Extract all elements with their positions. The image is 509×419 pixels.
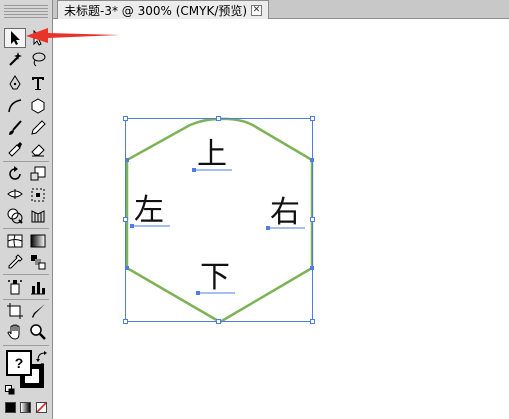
lasso-tool[interactable] [27,49,49,69]
magic-wand-icon [9,52,22,66]
scale-icon [30,166,46,181]
type-tool[interactable] [27,73,49,93]
pencil-icon [31,120,46,135]
shape-builder-icon [7,208,23,224]
text-label-bottom[interactable]: 下 [200,263,230,293]
resize-handle-bottom-right[interactable] [310,319,315,324]
toolbox-divider [3,161,49,162]
gradient-mode-icon[interactable] [20,402,31,413]
slice-knife-icon [32,304,45,318]
fill-unknown-label: ? [14,355,24,371]
resize-handle-top[interactable] [216,116,221,121]
shape-builder-tool[interactable] [4,206,26,226]
rotate-tool[interactable] [4,164,26,184]
magic-wand-tool[interactable] [4,49,26,69]
text-label-left[interactable]: 左 [134,196,164,226]
tools-panel: ? ? [0,0,53,419]
symbol-sprayer-icon [8,280,22,295]
red-arrow-annotation [26,28,120,43]
document-tab-title: 未标题-3* @ 300% (CMYK/预览) [64,3,248,18]
color-mode-icon[interactable] [5,402,16,413]
document-tab-bar: 未标题-3* @ 300% (CMYK/预览) ✕ [53,0,509,19]
zoom-tool[interactable] [27,322,49,342]
toolbox-divider [3,345,49,346]
hand-tool[interactable] [4,322,26,342]
free-transform-tool[interactable] [27,185,49,205]
perspective-grid-tool[interactable] [27,206,49,226]
pencil-tool[interactable] [27,118,49,138]
close-icon[interactable]: ✕ [251,4,263,16]
artboard-icon [7,303,23,319]
free-transform-icon [31,188,45,202]
arc-line-icon [8,99,22,113]
text-label-right[interactable]: 右 [270,198,300,228]
hand-icon [7,324,20,340]
magnifier-icon [30,324,46,340]
paintbrush-tool[interactable] [4,118,26,138]
polygon-icon [31,98,45,114]
width-icon [7,189,23,199]
lasso-icon [32,52,46,67]
none-mode-icon[interactable] [36,402,47,413]
width-tool[interactable] [4,185,26,205]
blend-tool[interactable] [27,252,49,272]
swap-fill-stroke-icon[interactable] [36,348,48,362]
mesh-tool[interactable] [4,231,26,251]
document-tab[interactable]: 未标题-3* @ 300% (CMYK/预览) ✕ [57,0,270,19]
scale-tool[interactable] [27,164,49,184]
blob-brush-tool[interactable] [4,139,26,159]
line-segment-tool[interactable] [4,96,26,116]
blob-brush-icon [8,142,22,157]
toolbox-divider [3,228,49,229]
toolbox-divider [3,274,49,275]
eyedropper-icon [8,254,23,269]
eraser-tool[interactable] [27,139,49,159]
symbol-sprayer-tool[interactable] [4,277,26,297]
type-icon [32,77,44,90]
resize-handle-right[interactable] [310,217,315,222]
polygon-tool[interactable] [27,96,49,116]
eyedropper-tool[interactable] [4,252,26,272]
pen-nib-icon [9,75,21,90]
column-graph-icon [31,282,45,295]
resize-handle-top-right[interactable] [310,116,315,121]
artboard-tool[interactable] [4,301,26,321]
column-graph-tool[interactable] [27,277,49,297]
default-fill-stroke-icon[interactable] [5,380,15,395]
eraser-icon [31,144,45,157]
paintbrush-icon [9,120,22,135]
resize-handle-bottom-left[interactable] [123,319,128,324]
rotate-icon [9,166,21,180]
toolbox-divider [3,299,49,300]
pen-tool[interactable] [4,73,26,93]
gradient-tool[interactable] [27,231,49,251]
resize-handle-left[interactable] [123,217,128,222]
panel-grip[interactable] [4,4,48,18]
gradient-icon [30,234,46,248]
slice-tool[interactable] [27,301,49,321]
fill-swatch[interactable]: ? [6,350,32,376]
perspective-grid-icon [31,210,45,223]
selection-arrow-icon [11,31,20,45]
selection-tool[interactable] [4,28,26,48]
text-label-top[interactable]: 上 [197,140,227,170]
resize-handle-bottom[interactable] [216,319,221,324]
resize-handle-top-left[interactable] [123,116,128,121]
mesh-icon [7,234,23,248]
blend-icon [31,255,46,270]
